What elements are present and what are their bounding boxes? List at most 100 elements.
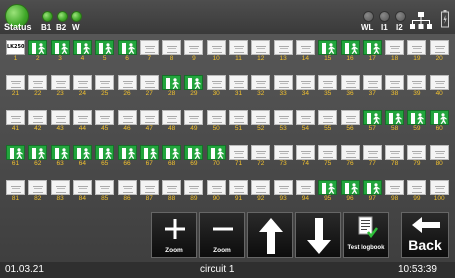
luminaire-cell[interactable]: 26 xyxy=(117,75,137,98)
luminaire-cell[interactable]: 100 xyxy=(429,180,449,203)
luminaire-cell[interactable]: 32 xyxy=(251,75,271,98)
luminaire-cell[interactable]: 51 xyxy=(229,110,248,133)
luminaire-cell[interactable]: 79 xyxy=(407,145,427,168)
luminaire-cell[interactable]: 66 xyxy=(117,145,137,168)
luminaire-cell[interactable]: LK250 1 xyxy=(6,40,25,63)
luminaire-cell[interactable]: 99 xyxy=(407,180,427,203)
zoom-in-button[interactable]: Zoom xyxy=(151,212,197,258)
luminaire-cell[interactable]: 24 xyxy=(72,75,92,98)
luminaire-cell[interactable]: 52 xyxy=(251,110,271,133)
luminaire-cell[interactable]: 57 xyxy=(362,110,382,133)
luminaire-cell[interactable]: 46 xyxy=(117,110,137,133)
luminaire-cell[interactable]: 41 xyxy=(6,110,25,133)
network-icon[interactable] xyxy=(410,12,432,30)
luminaire-cell[interactable]: 20 xyxy=(429,40,449,63)
luminaire-cell[interactable]: 15 xyxy=(318,40,338,63)
luminaire-cell[interactable]: 14 xyxy=(295,40,315,63)
luminaire-cell[interactable]: 88 xyxy=(162,180,182,203)
luminaire-cell[interactable]: 33 xyxy=(273,75,293,98)
luminaire-cell[interactable]: 65 xyxy=(95,145,115,168)
luminaire-cell[interactable]: 13 xyxy=(273,40,293,63)
luminaire-cell[interactable]: 22 xyxy=(28,75,48,98)
luminaire-cell[interactable]: 94 xyxy=(295,180,315,203)
luminaire-cell[interactable]: 31 xyxy=(229,75,248,98)
luminaire-cell[interactable]: 7 xyxy=(139,40,159,63)
luminaire-cell[interactable]: 87 xyxy=(139,180,159,203)
luminaire-cell[interactable]: 95 xyxy=(318,180,338,203)
luminaire-cell[interactable]: 62 xyxy=(28,145,48,168)
luminaire-cell[interactable]: 54 xyxy=(295,110,315,133)
luminaire-cell[interactable]: 56 xyxy=(340,110,360,133)
luminaire-cell[interactable]: 49 xyxy=(184,110,204,133)
luminaire-cell[interactable]: 61 xyxy=(6,145,25,168)
luminaire-cell[interactable]: 47 xyxy=(139,110,159,133)
luminaire-cell[interactable]: 98 xyxy=(385,180,405,203)
luminaire-cell[interactable]: 37 xyxy=(362,75,382,98)
luminaire-cell[interactable]: 97 xyxy=(362,180,382,203)
luminaire-cell[interactable]: 43 xyxy=(50,110,70,133)
luminaire-cell[interactable]: 29 xyxy=(184,75,204,98)
luminaire-cell[interactable]: 42 xyxy=(28,110,48,133)
luminaire-cell[interactable]: 73 xyxy=(273,145,293,168)
luminaire-cell[interactable]: 85 xyxy=(95,180,115,203)
luminaire-cell[interactable]: 35 xyxy=(318,75,338,98)
luminaire-cell[interactable]: 69 xyxy=(184,145,204,168)
luminaire-cell[interactable]: 63 xyxy=(50,145,70,168)
luminaire-cell[interactable]: 60 xyxy=(429,110,449,133)
luminaire-cell[interactable]: 78 xyxy=(385,145,405,168)
luminaire-cell[interactable]: 83 xyxy=(50,180,70,203)
luminaire-cell[interactable]: 12 xyxy=(251,40,271,63)
luminaire-cell[interactable]: 74 xyxy=(295,145,315,168)
luminaire-cell[interactable]: 70 xyxy=(206,145,226,168)
luminaire-cell[interactable]: 5 xyxy=(95,40,115,63)
luminaire-cell[interactable]: 58 xyxy=(385,110,405,133)
luminaire-cell[interactable]: 23 xyxy=(50,75,70,98)
luminaire-cell[interactable]: 40 xyxy=(429,75,449,98)
luminaire-cell[interactable]: 72 xyxy=(251,145,271,168)
luminaire-cell[interactable]: 17 xyxy=(362,40,382,63)
luminaire-cell[interactable]: 36 xyxy=(340,75,360,98)
luminaire-cell[interactable]: 93 xyxy=(273,180,293,203)
luminaire-cell[interactable]: 64 xyxy=(72,145,92,168)
luminaire-cell[interactable]: 68 xyxy=(162,145,182,168)
luminaire-cell[interactable]: 84 xyxy=(72,180,92,203)
luminaire-cell[interactable]: 11 xyxy=(229,40,248,63)
luminaire-cell[interactable]: 38 xyxy=(385,75,405,98)
luminaire-cell[interactable]: 39 xyxy=(407,75,427,98)
luminaire-cell[interactable]: 45 xyxy=(95,110,115,133)
luminaire-cell[interactable]: 18 xyxy=(385,40,405,63)
luminaire-cell[interactable]: 2 xyxy=(28,40,48,63)
luminaire-cell[interactable]: 75 xyxy=(318,145,338,168)
luminaire-cell[interactable]: 90 xyxy=(206,180,226,203)
test-logbook-button[interactable]: Test logbook xyxy=(343,212,389,258)
luminaire-cell[interactable]: 10 xyxy=(206,40,226,63)
luminaire-cell[interactable]: 16 xyxy=(340,40,360,63)
luminaire-cell[interactable]: 21 xyxy=(6,75,25,98)
luminaire-cell[interactable]: 82 xyxy=(28,180,48,203)
luminaire-cell[interactable]: 71 xyxy=(229,145,248,168)
luminaire-cell[interactable]: 8 xyxy=(162,40,182,63)
luminaire-cell[interactable]: 81 xyxy=(6,180,25,203)
luminaire-cell[interactable]: 91 xyxy=(229,180,248,203)
luminaire-cell[interactable]: 27 xyxy=(139,75,159,98)
scroll-down-button[interactable] xyxy=(295,212,341,258)
luminaire-cell[interactable]: 9 xyxy=(184,40,204,63)
luminaire-cell[interactable]: 89 xyxy=(184,180,204,203)
luminaire-cell[interactable]: 44 xyxy=(72,110,92,133)
zoom-out-button[interactable]: Zoom xyxy=(199,212,245,258)
luminaire-cell[interactable]: 86 xyxy=(117,180,137,203)
luminaire-cell[interactable]: 28 xyxy=(162,75,182,98)
luminaire-cell[interactable]: 92 xyxy=(251,180,271,203)
luminaire-cell[interactable]: 59 xyxy=(407,110,427,133)
luminaire-cell[interactable]: 55 xyxy=(318,110,338,133)
back-button[interactable]: Back xyxy=(401,212,449,258)
luminaire-cell[interactable]: 76 xyxy=(340,145,360,168)
luminaire-cell[interactable]: 4 xyxy=(72,40,92,63)
luminaire-cell[interactable]: 6 xyxy=(117,40,137,63)
luminaire-cell[interactable]: 3 xyxy=(50,40,70,63)
luminaire-cell[interactable]: 25 xyxy=(95,75,115,98)
luminaire-cell[interactable]: 34 xyxy=(295,75,315,98)
luminaire-cell[interactable]: 96 xyxy=(340,180,360,203)
luminaire-cell[interactable]: 48 xyxy=(162,110,182,133)
scroll-up-button[interactable] xyxy=(247,212,293,258)
